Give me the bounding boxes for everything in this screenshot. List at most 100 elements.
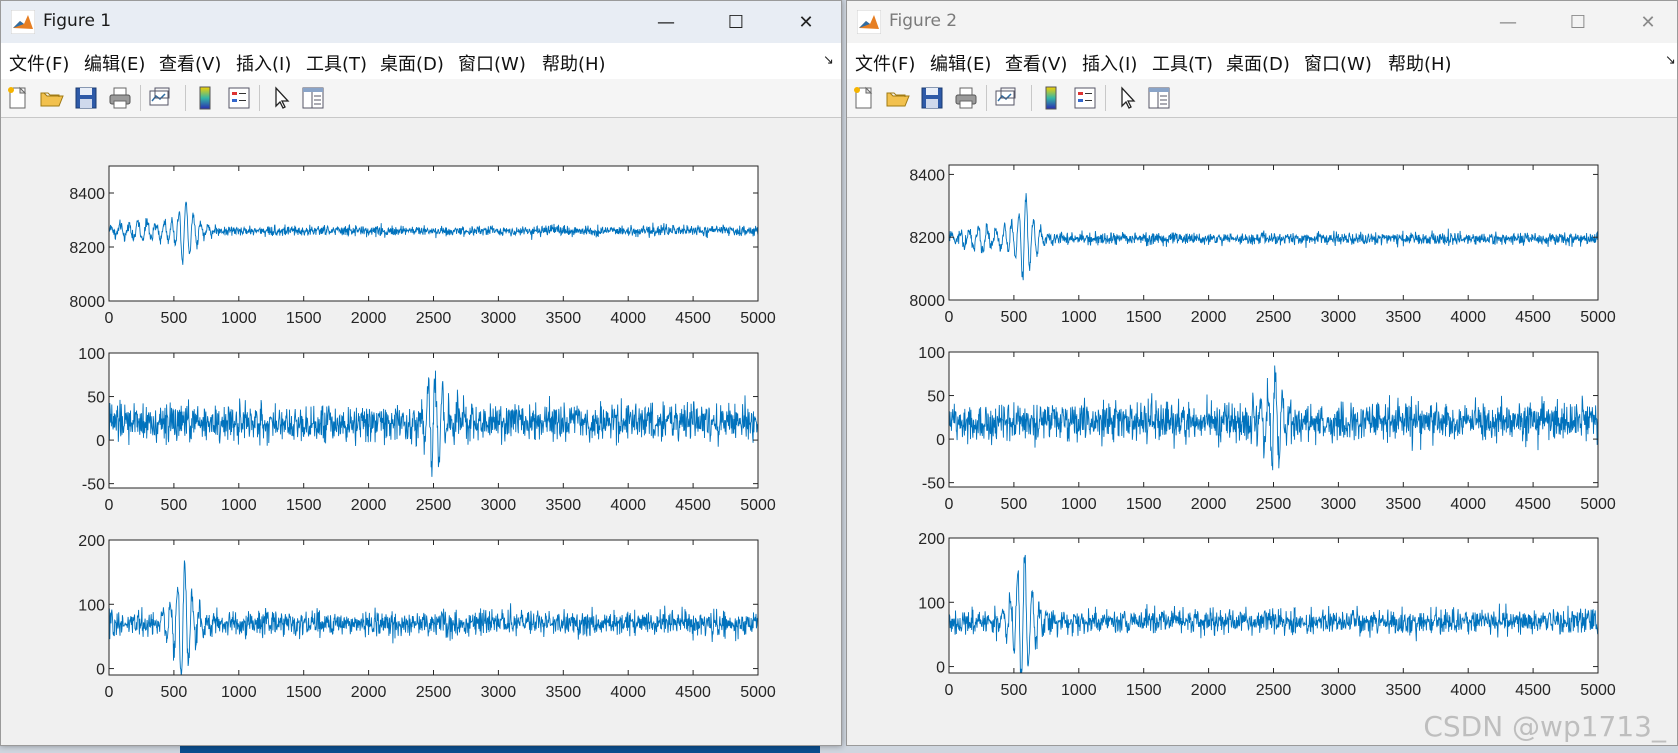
colorbar-icon [1045,86,1057,110]
y-tick-label: 100 [78,597,105,614]
open-file-button[interactable] [39,85,65,111]
maximize-button[interactable]: ☐ [713,1,759,43]
menu-desktop[interactable]: 桌面(D) [1226,50,1290,76]
menu-edit[interactable]: 编辑(E) [930,50,991,76]
x-tick-label: 0 [945,309,954,326]
select-pointer-button[interactable] [1114,85,1140,111]
x-tick-label: 1500 [1126,682,1162,699]
x-tick-label: 500 [161,310,188,327]
y-tick-label: 8000 [909,293,945,310]
x-tick-label: 1500 [1126,496,1162,513]
legend-button[interactable] [1072,85,1098,111]
x-tick-label: 4500 [1515,309,1551,326]
new-figure-icon [854,86,873,109]
menu-desktop[interactable]: 桌面(D) [380,50,444,76]
y-tick-label: 200 [78,533,105,550]
print-icon [955,87,977,109]
maximize-button[interactable]: ☐ [1555,1,1601,43]
x-tick-label: 4500 [675,684,711,701]
menu-file[interactable]: 文件(F) [9,50,69,76]
menu-view[interactable]: 查看(V) [159,50,221,76]
property-inspector-button[interactable] [1146,85,1172,111]
menu-window[interactable]: 窗口(W) [1304,50,1372,76]
link-plot-button[interactable] [993,85,1019,111]
minimize-button[interactable]: — [1485,1,1531,43]
print-icon [109,87,131,109]
menu-help[interactable]: 帮助(H) [1388,50,1452,76]
figure-window-1[interactable]: Figure 1 — ☐ ✕ 文件(F) 编辑(E) 查看(V) 插入(I) 工… [0,0,842,746]
axes-2[interactable]: 0 500 1000 1500 2000 2500 3000 3500 4000 4500 5000… [78,346,776,514]
save-button[interactable] [919,85,945,111]
minimize-button[interactable]: — [643,1,689,43]
x-tick-label: 4500 [675,310,711,327]
menu-tools[interactable]: 工具(T) [306,50,367,76]
dock-arrow-icon[interactable]: ↘ [823,53,834,68]
x-tick-label: 5000 [740,310,776,327]
axes-1[interactable]: 0 500 1000 1500 2000 2500 3000 3500 4000 4500 5000… [909,164,1616,326]
menu-insert[interactable]: 插入(I) [1082,50,1137,76]
colorbar-icon [199,86,211,110]
title-bar[interactable]: Figure 1 — ☐ ✕ [1,1,841,43]
x-tick-label: 4500 [1515,496,1551,513]
y-tick-label: 100 [78,346,105,363]
x-tick-label: 3500 [546,684,582,701]
x-tick-label: 2000 [351,684,387,701]
menu-help[interactable]: 帮助(H) [542,50,606,76]
colorbar-button[interactable] [192,85,218,111]
axes-background [109,540,758,675]
x-tick-label: 2000 [351,497,387,514]
property-inspector-icon [1148,87,1170,109]
dock-arrow-icon[interactable]: ↘ [1665,53,1676,68]
x-tick-label: 4000 [1450,682,1486,699]
x-tick-label: 2500 [1256,309,1292,326]
toolbar-separator [259,85,260,111]
toolbar-separator [1031,85,1032,111]
menu-edit[interactable]: 编辑(E) [84,50,145,76]
new-figure-button[interactable] [5,85,31,111]
x-tick-label: 1000 [1061,496,1097,513]
menu-window[interactable]: 窗口(W) [458,50,526,76]
menu-insert[interactable]: 插入(I) [236,50,291,76]
axes-3[interactable]: 0 500 1000 1500 2000 2500 3000 3500 4000 4500 5000… [918,531,1616,699]
legend-button[interactable] [226,85,252,111]
title-bar[interactable]: Figure 2 — ☐ ✕ [847,1,1677,43]
plot-area: 0 500 1000 1500 2000 2500 3000 3500 4000 4500 5000… [1,118,841,745]
link-plot-button[interactable] [147,85,173,111]
print-button[interactable] [107,85,133,111]
colorbar-button[interactable] [1038,85,1064,111]
x-tick-label: 500 [1001,309,1028,326]
x-tick-label: 4000 [610,310,646,327]
save-button[interactable] [73,85,99,111]
close-button[interactable]: ✕ [783,1,829,43]
toolbar-separator [1105,85,1106,111]
x-tick-label: 4500 [675,497,711,514]
axes-3[interactable]: 0 500 1000 1500 2000 2500 3000 3500 4000 4500 5000… [78,533,776,701]
open-file-icon [886,92,910,107]
axes-1[interactable]: 0 500 1000 1500 2000 2500 3000 3500 4000 4500 5000… [69,165,776,327]
save-icon [921,87,943,109]
open-file-button[interactable] [885,85,911,111]
plot-canvas: 0 500 1000 1500 2000 2500 3000 3500 4000 4500 5000… [69,165,776,701]
select-pointer-icon [1121,86,1136,109]
print-button[interactable] [953,85,979,111]
x-tick-label: 2000 [1191,682,1227,699]
x-tick-label: 3500 [546,310,582,327]
close-button[interactable]: ✕ [1625,1,1671,43]
x-tick-label: 4000 [610,497,646,514]
new-figure-button[interactable] [851,85,877,111]
menu-view[interactable]: 查看(V) [1005,50,1067,76]
new-figure-icon [8,86,27,109]
figure-toolbar [1,79,841,118]
select-pointer-icon [275,86,290,109]
property-inspector-button[interactable] [300,85,326,111]
menu-file[interactable]: 文件(F) [855,50,915,76]
axes-2[interactable]: 0 500 1000 1500 2000 2500 3000 3500 4000 4500 5000… [918,345,1616,513]
select-pointer-button[interactable] [268,85,294,111]
x-tick-label: 500 [161,497,188,514]
legend-icon [1074,87,1096,109]
menu-tools[interactable]: 工具(T) [1152,50,1213,76]
figure-window-2[interactable]: Figure 2 — ☐ ✕ 文件(F) 编辑(E) 查看(V) 插入(I) 工… [846,0,1678,746]
maximize-icon: ☐ [1569,11,1587,33]
legend-icon [228,87,250,109]
x-tick-label: 3000 [481,684,517,701]
